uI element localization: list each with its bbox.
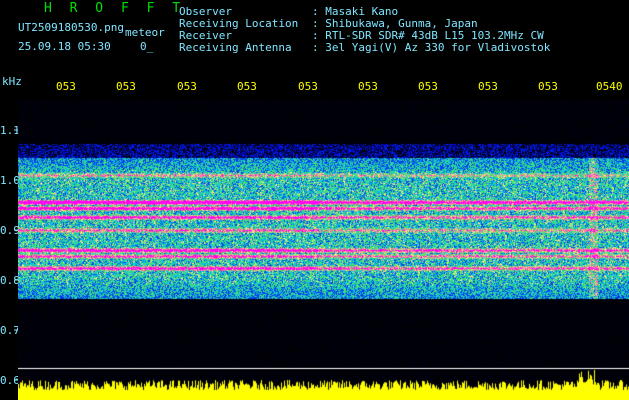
time-tick: 053 bbox=[358, 80, 378, 93]
datetime-label: 25.09.18 05:30 bbox=[18, 40, 111, 53]
filename-label: UT2509180530.png bbox=[18, 21, 124, 34]
time-tick: 053 bbox=[478, 80, 498, 93]
time-tick: 053 bbox=[237, 80, 257, 93]
time-tick: 053 bbox=[298, 80, 318, 93]
spectrogram bbox=[18, 100, 629, 400]
freq-axis bbox=[14, 129, 20, 381]
time-tick: 053 bbox=[116, 80, 136, 93]
time-tick: 053 bbox=[177, 80, 197, 93]
time-tick: 053 bbox=[538, 80, 558, 93]
time-tick: 0540 bbox=[596, 80, 623, 93]
tag-label: meteor bbox=[125, 26, 165, 39]
info-value-observer: : Masaki Kano bbox=[312, 5, 399, 18]
info-value-location: : Shibukawa, Gunma, Japan bbox=[312, 17, 478, 30]
info-label-location: Receiving Location bbox=[179, 17, 299, 30]
frequency-unit: kHz bbox=[2, 75, 22, 88]
info-label-observer: Observer bbox=[179, 5, 232, 18]
info-label-antenna: Receiving Antenna bbox=[179, 41, 292, 54]
info-label-receiver: Receiver bbox=[179, 29, 232, 42]
brand-title: H R O F F T bbox=[44, 1, 186, 16]
small-mark: 0_ bbox=[140, 40, 154, 53]
info-value-antenna: : 3el Yagi(V) Az 330 for Vladivostok bbox=[312, 41, 551, 54]
time-tick: 053 bbox=[418, 80, 438, 93]
info-value-receiver: : RTL-SDR SDR# 43dB L15 103.2MHz CW bbox=[312, 29, 544, 42]
time-tick: 053 bbox=[56, 80, 76, 93]
